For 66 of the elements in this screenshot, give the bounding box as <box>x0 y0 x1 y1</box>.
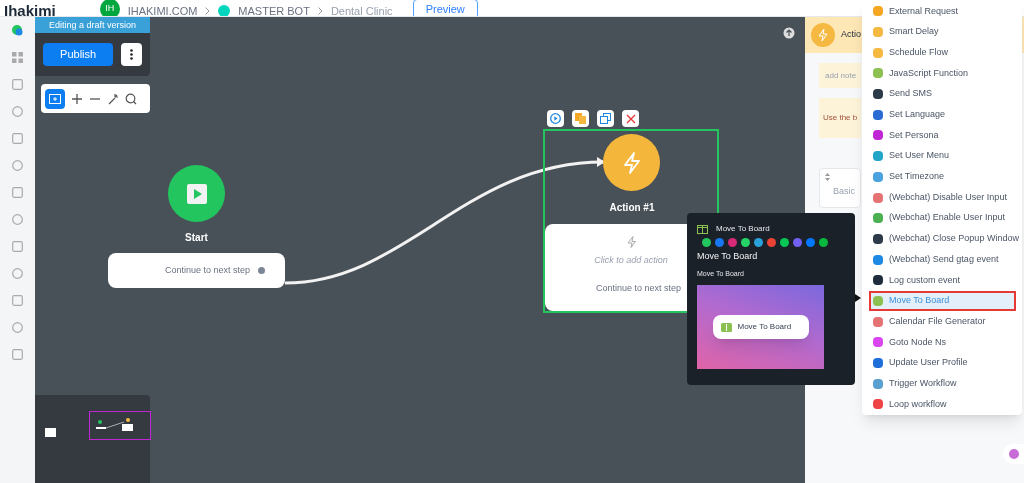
assistant-button[interactable] <box>1003 444 1024 464</box>
tooltip-header: Move To Board <box>716 223 770 235</box>
breadcrumb-link[interactable]: MASTER BOT <box>238 3 310 16</box>
play-icon <box>550 113 561 124</box>
chevron-icon <box>205 7 211 15</box>
menu-item[interactable]: Set Language <box>869 104 1016 126</box>
zoom-in-icon[interactable] <box>71 92 83 105</box>
action-node-icon[interactable] <box>603 134 660 191</box>
node-title: Action #1 <box>609 201 655 215</box>
menu-item[interactable]: (Webchat) Disable User Input <box>869 187 1016 208</box>
menu-item[interactable]: Trigger Workflow <box>869 373 1016 395</box>
menu-item[interactable]: Calendar File Generator <box>869 311 1016 332</box>
duplicate-button[interactable] <box>597 110 614 127</box>
hint-text: Use the b <box>819 98 861 138</box>
menu-item[interactable]: (Webchat) Enable User Input <box>869 207 1016 229</box>
bolt-icon <box>622 151 641 174</box>
run-button[interactable] <box>547 110 564 127</box>
play-icon <box>186 183 207 204</box>
draft-banner: Editing a draft version <box>35 17 150 33</box>
pointer-icon <box>855 294 861 302</box>
menu-item[interactable]: Goto Node Ns <box>869 332 1016 353</box>
chat-icon[interactable] <box>12 25 23 36</box>
menu-item[interactable]: Set Persona <box>869 125 1016 146</box>
menu-item[interactable]: External Request <box>869 1 1016 22</box>
copy-button[interactable] <box>572 110 589 127</box>
board-icon <box>720 322 732 332</box>
search-icon[interactable] <box>125 92 137 105</box>
start-node-icon[interactable] <box>168 165 225 222</box>
breadcrumb-link[interactable]: IHAKIMI.COM <box>127 3 198 16</box>
menu-item[interactable]: Send SMS <box>869 83 1016 105</box>
menu-item[interactable]: JavaScript Function <box>869 63 1016 84</box>
panel-title: Actio <box>841 28 861 42</box>
chevron-icon <box>317 7 323 15</box>
more-button[interactable] <box>121 43 142 66</box>
menu-item[interactable]: Update User Profile <box>869 352 1016 374</box>
folder-icon <box>49 93 61 104</box>
minimap-node <box>45 428 56 437</box>
breadcrumb-text: Dental Clinic <box>330 4 393 16</box>
delete-button[interactable] <box>622 110 639 127</box>
minimap-flow-drawing <box>96 416 136 432</box>
board-icon <box>697 224 708 234</box>
add-folder-button[interactable] <box>45 88 65 109</box>
bolt-icon <box>626 236 636 248</box>
node-card[interactable]: Continue to next step <box>108 253 285 288</box>
bolt-icon <box>818 29 828 41</box>
menu-item[interactable]: (Webchat) Send gtag event <box>869 249 1016 270</box>
step-label: Continue to next step <box>164 263 250 277</box>
menu-item[interactable]: Loop workflow <box>869 394 1016 415</box>
close-icon <box>625 113 636 124</box>
node-title: Start <box>185 231 208 245</box>
menu-item[interactable]: Log custom event <box>869 269 1016 291</box>
publish-button[interactable]: Publish <box>43 43 114 66</box>
menu-item[interactable]: Schedule Flow <box>869 42 1016 64</box>
preview-label: Move To Board <box>737 321 792 333</box>
duplicate-icon <box>600 113 611 124</box>
preview-button[interactable]: Preview <box>412 0 478 16</box>
sort-icon <box>825 173 830 181</box>
step-label: Continue to next step <box>595 281 681 295</box>
more-icon <box>130 49 134 60</box>
magic-wand-icon[interactable] <box>107 92 119 105</box>
menu-item[interactable]: Smart Delay <box>869 21 1016 43</box>
copy-icon <box>575 113 586 124</box>
logo-text: Ihakimi <box>4 3 56 16</box>
grid-icon[interactable] <box>12 52 23 63</box>
menu-item[interactable]: Set Timezone <box>869 166 1016 188</box>
menu-item[interactable]: Set User Menu <box>869 145 1016 167</box>
